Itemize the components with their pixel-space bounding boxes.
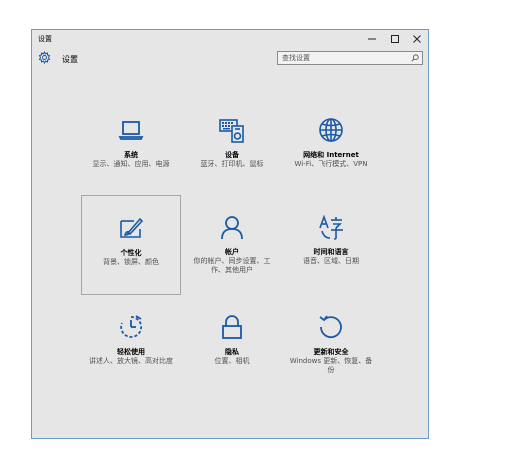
tile-label: 系统: [124, 151, 138, 159]
tile-description: 背景、锁屏、颜色: [103, 258, 159, 266]
lock-icon: [222, 315, 242, 339]
tile-description: 蓝牙、打印机、鼠标: [200, 160, 264, 168]
search-input[interactable]: [278, 52, 412, 64]
minimize-icon: [368, 38, 376, 40]
tile-description: 位置、相机: [214, 357, 250, 365]
tile-label: 隐私: [225, 348, 239, 356]
tile-time-language[interactable]: 时间和语言 语音、区域、日期: [281, 195, 381, 295]
tile-description: 显示、通知、应用、电源: [92, 160, 170, 168]
close-button[interactable]: [407, 31, 427, 47]
tile-description: Wi-Fi、飞行模式、VPN: [294, 160, 368, 168]
close-icon: [413, 35, 421, 43]
title-bar[interactable]: 设置: [32, 30, 428, 48]
tile-ease-of-access[interactable]: 轻松使用 讲述人、放大镜、高对比度: [81, 295, 181, 395]
page-title: 设置: [62, 55, 78, 64]
search-box[interactable]: [277, 51, 423, 65]
settings-header: 设置: [32, 48, 428, 70]
tile-label: 网络和 Internet: [303, 151, 359, 159]
tile-label: 更新和安全: [313, 348, 349, 356]
gear-icon: [38, 51, 51, 64]
maximize-icon: [391, 35, 399, 43]
tile-privacy[interactable]: 隐私 位置、相机: [182, 295, 282, 395]
tile-description: 你的帐户、同步设置、工作、其他用户: [193, 257, 271, 274]
window-title: 设置: [38, 35, 52, 43]
tile-label: 设备: [225, 151, 239, 159]
tile-label: 帐户: [225, 248, 239, 256]
tile-accounts[interactable]: 帐户 你的帐户、同步设置、工作、其他用户: [182, 195, 282, 295]
maximize-button[interactable]: [385, 31, 405, 47]
tile-network[interactable]: 网络和 Internet Wi-Fi、飞行模式、VPN: [281, 98, 381, 198]
timer-icon: [120, 315, 143, 338]
person-icon: [221, 216, 243, 240]
paintbrush-icon: [120, 217, 144, 238]
tile-personalization[interactable]: 个性化 背景、锁屏、颜色: [81, 195, 181, 295]
tile-description: 语音、区域、日期: [303, 257, 359, 265]
tile-system[interactable]: 系统 显示、通知、应用、电源: [81, 98, 181, 198]
tile-label: 轻松使用: [117, 348, 145, 356]
globe-icon: [319, 118, 343, 142]
tile-description: 讲述人、放大镜、高对比度: [89, 357, 173, 365]
tile-label: 个性化: [120, 249, 142, 257]
tile-description: Windows 更新、恢复、备份: [289, 357, 373, 374]
settings-window: 设置 设置 查找设置 系统 显示、通知、应用、电源 设备 蓝牙、打印机、鼠标 网…: [31, 29, 429, 439]
search-icon[interactable]: [411, 54, 419, 62]
tile-update-security[interactable]: 更新和安全 Windows 更新、恢复、备份: [281, 295, 381, 395]
tile-devices[interactable]: 设备 蓝牙、打印机、鼠标: [182, 98, 282, 198]
devices-icon: [219, 119, 244, 143]
language-icon: [319, 214, 343, 240]
refresh-icon: [319, 315, 342, 339]
tile-label: 时间和语言: [313, 248, 349, 256]
minimize-button[interactable]: [362, 31, 382, 47]
laptop-icon: [118, 121, 144, 140]
